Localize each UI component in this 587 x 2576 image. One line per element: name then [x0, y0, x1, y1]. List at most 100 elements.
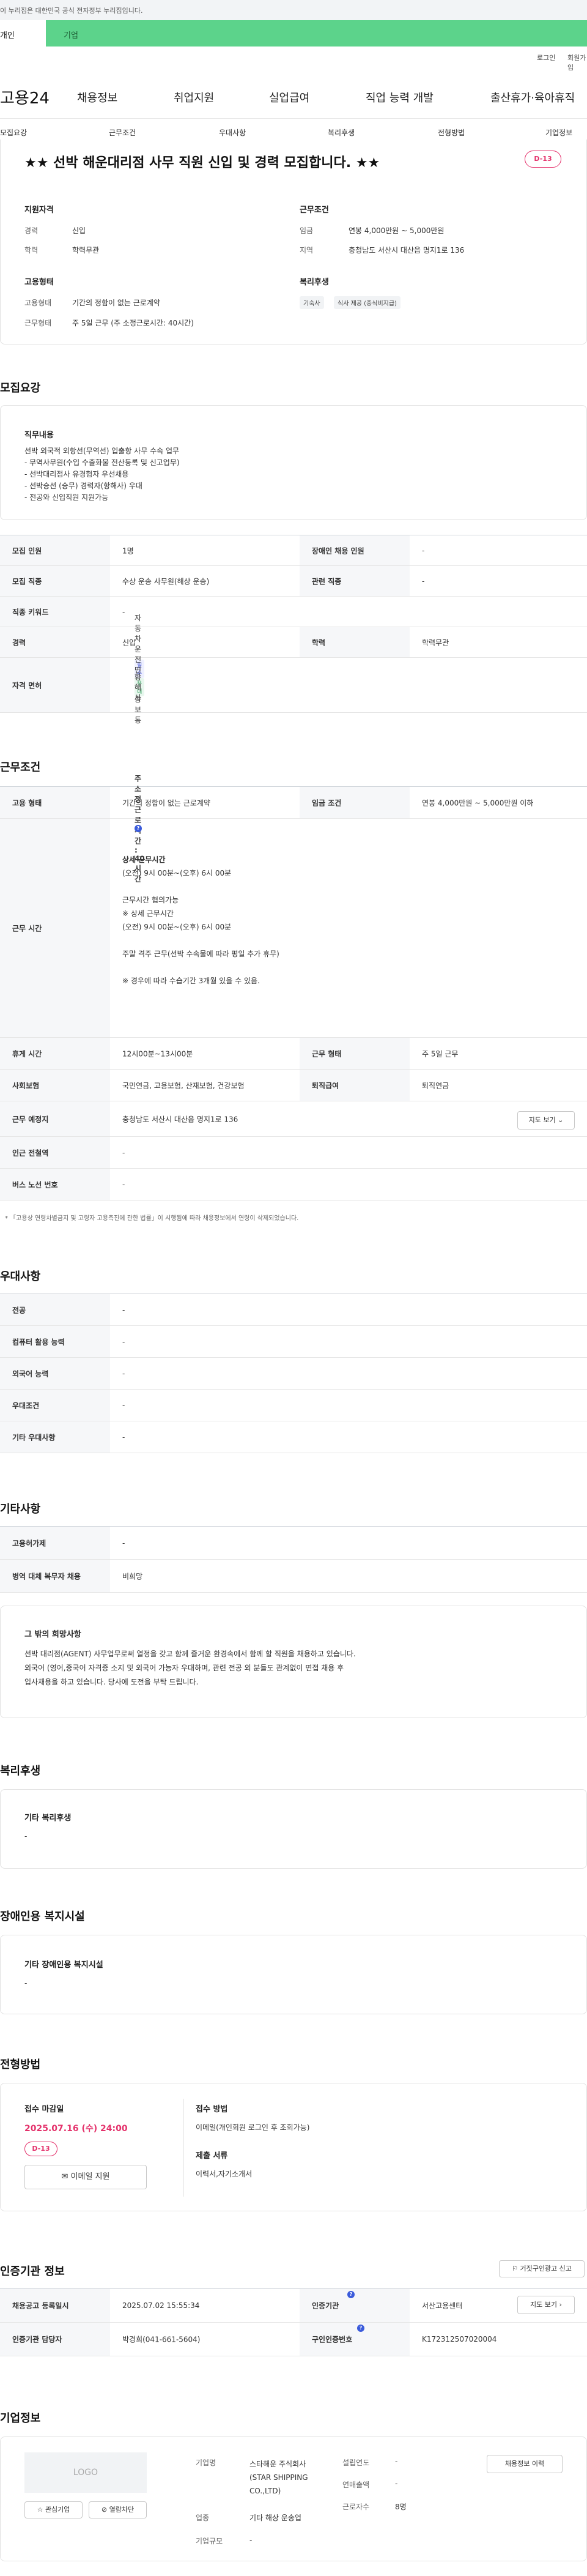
company-revenue: -	[395, 2479, 398, 2488]
row-header: 임금 조건	[300, 787, 410, 818]
table-row: 전공 -	[0, 1294, 587, 1326]
table-row: 고용허가제 -	[0, 1527, 587, 1560]
row-value: -	[122, 1401, 125, 1410]
row-header: 모집 인원	[0, 535, 110, 565]
company-logo: LOGO	[24, 2452, 147, 2493]
block-icon: ⊘	[101, 2506, 108, 2514]
tab-selection[interactable]: 전형방법	[438, 127, 465, 138]
row-value: 주 5일 근무	[422, 1049, 459, 1058]
deadline-dday-badge: D-13	[24, 2142, 57, 2156]
table-row: 버스 노선 번호 -	[0, 1169, 587, 1201]
signup-link[interactable]: 회원가입	[567, 53, 587, 72]
company-label: 업종	[196, 2514, 210, 2522]
info-icon[interactable]: ?	[135, 825, 142, 832]
row-header: 고용 형태	[0, 787, 110, 818]
nav-employment-support[interactable]: 취업지원	[174, 89, 214, 105]
welfare-etc-value: -	[24, 1832, 28, 1841]
row-value: 퇴직연금	[422, 1081, 449, 1090]
dday-badge: D-13	[525, 151, 561, 168]
row-value: 연봉 4,000만원 ~ 5,000만원 이하	[422, 798, 534, 807]
tab-preferences[interactable]: 우대사항	[219, 127, 246, 138]
table-row: 근무 시간 주 소정근로시간 : 40시간 ? 상세 근무시간 (오전) 9시 …	[0, 775, 587, 1038]
tab-conditions[interactable]: 근무조건	[109, 127, 136, 138]
tab-company-info[interactable]: 기업정보	[545, 127, 572, 138]
report-fake-ad-button[interactable]: ⚐ 거짓구인광고 신고	[499, 2260, 585, 2277]
disability-heading: 기타 장애인용 복지시설	[24, 1960, 103, 1970]
welfare-chip: 기숙사	[300, 296, 324, 309]
age-note: * 「고용상 연령차별금지 및 고령자 고용촉진에 관한 법률」이 시행됨에 따…	[5, 1215, 299, 1222]
row-value: -	[122, 1369, 125, 1378]
user-type-tabs: 개인 기업	[0, 20, 587, 47]
table-row: 사회보험 국민연금, 고용보험, 산재보험, 건강보험 퇴직급여 퇴직연금	[0, 1070, 587, 1101]
company-label: 근로자수	[342, 2503, 370, 2511]
duty-line: - 선박대리점사 유경험자 우선채용	[24, 470, 129, 478]
row-value: -	[122, 607, 125, 616]
duty-text: 선박 외국적 외항선(무역선) 입출항 사무 수속 업무 - 무역사무원(수입 …	[24, 445, 180, 504]
cond-label: 지역	[300, 246, 314, 255]
qual-label: 학력	[24, 246, 39, 255]
table-row: 휴게 시간 12시00분~13시00분 근무 형태 주 5일 근무	[0, 1038, 587, 1070]
divider	[183, 2099, 184, 2197]
company-label: 연매출액	[342, 2481, 370, 2489]
table-row: 고용 형태 기간의 정함이 없는 근로계약 임금 조건 연봉 4,000만원 ~…	[0, 787, 587, 819]
row-header: 인증기관 ?	[300, 2289, 410, 2322]
welfare-etc-heading: 기타 복리후생	[24, 1814, 72, 1823]
duty-line: - 전공와 신입직원 지원가능	[24, 493, 109, 502]
license-list: 필수자동차운전면허1종보통 우대항해사	[110, 614, 587, 724]
row-header: 외국어 능력	[0, 1358, 110, 1389]
map-view-button[interactable]: 지도 보기 ⌄	[517, 1111, 575, 1130]
duty-line: - 선박승선 (승무) 경력자(항해사) 우대	[24, 482, 142, 490]
row-value: -	[122, 1538, 125, 1547]
selection-card	[0, 2083, 587, 2211]
company-industry: 기타 해상 운송업	[249, 2514, 301, 2522]
info-icon[interactable]: ?	[347, 2291, 355, 2298]
info-icon[interactable]: ?	[357, 2325, 364, 2332]
nav-jobs[interactable]: 채용정보	[77, 89, 117, 105]
company-size: -	[249, 2536, 253, 2544]
favorite-company-button[interactable]: ☆ 관심기업	[24, 2501, 83, 2518]
table-row: 직종 키워드 -	[0, 597, 587, 627]
tab-recruit[interactable]: 모집요강	[0, 127, 27, 138]
row-value: 충청남도 서산시 대산읍 명지1로 136	[122, 1115, 238, 1123]
company-label: 기업규모	[196, 2537, 223, 2545]
tab-personal[interactable]: 개인	[0, 20, 46, 47]
row-value: 국민연금, 고용보험, 산재보험, 건강보험	[122, 1081, 245, 1090]
company-label: 설립연도	[342, 2459, 370, 2467]
job-history-button[interactable]: 채용정보 이력	[487, 2455, 563, 2473]
preferences-table: 전공 - 컴퓨터 활용 능력 - 외국어 능력 - 우대조건 - 기타 우대사항 -	[0, 1294, 587, 1453]
nav-leave[interactable]: 출산휴가·육아휴직	[490, 89, 575, 105]
dday-text: D-13	[534, 155, 552, 163]
job-title: ★★ 선박 해운대리점 사무 직원 신입 및 경력 모집합니다. ★★	[24, 155, 380, 171]
row-header: 전공	[0, 1294, 110, 1325]
section-title-company: 기업정보	[0, 2412, 41, 2425]
row-value: 비희망	[122, 1572, 143, 1580]
tab-personal-label: 개인	[0, 31, 15, 40]
login-link[interactable]: 로그인	[537, 53, 555, 62]
nav-unemployment[interactable]: 실업급여	[269, 89, 309, 105]
row-value: -	[122, 1148, 125, 1157]
docs-heading: 제출 서류	[196, 2151, 228, 2161]
welfare-card	[0, 1789, 587, 1869]
gov-banner: 이 누리집은 대한민국 공식 전자정부 누리집입니다.	[0, 0, 587, 20]
block-view-button[interactable]: ⊘ 열람차단	[89, 2501, 147, 2518]
row-header: 학력	[300, 627, 410, 657]
report-icon: ⚐	[512, 2265, 518, 2273]
section-title-recruit: 모집요강	[0, 382, 41, 395]
star-icon: ☆	[37, 2506, 43, 2514]
tab-welfare[interactable]: 복리후생	[328, 127, 355, 138]
emp-value: 기간의 정함이 없는 근로계약	[72, 299, 160, 307]
work-time-detail: 주 소정근로시간 : 40시간 ? 상세 근무시간 (오전) 9시 00분~(오…	[110, 775, 587, 1037]
nav-training[interactable]: 직업 능력 개발	[366, 89, 434, 105]
row-value: -	[122, 1305, 125, 1314]
section-title-conditions: 근무조건	[0, 761, 41, 774]
tab-company[interactable]: 기업	[64, 29, 78, 40]
emp-label: 고용형태	[24, 299, 52, 307]
company-founded: -	[395, 2457, 398, 2466]
authority-map-button[interactable]: 지도 보기 ›	[517, 2296, 575, 2314]
row-value: -	[122, 1180, 125, 1189]
email-apply-button[interactable]: ✉ 이메일 지원	[24, 2165, 147, 2189]
site-logo[interactable]: 고용24	[0, 86, 50, 108]
emp-value: 주 5일 근무 (주 소정근로시간: 40시간)	[72, 319, 194, 327]
row-value: 12시00분~13시00분	[122, 1049, 193, 1058]
cond-value: 충청남도 서산시 대산읍 명지1로 136	[349, 246, 465, 255]
